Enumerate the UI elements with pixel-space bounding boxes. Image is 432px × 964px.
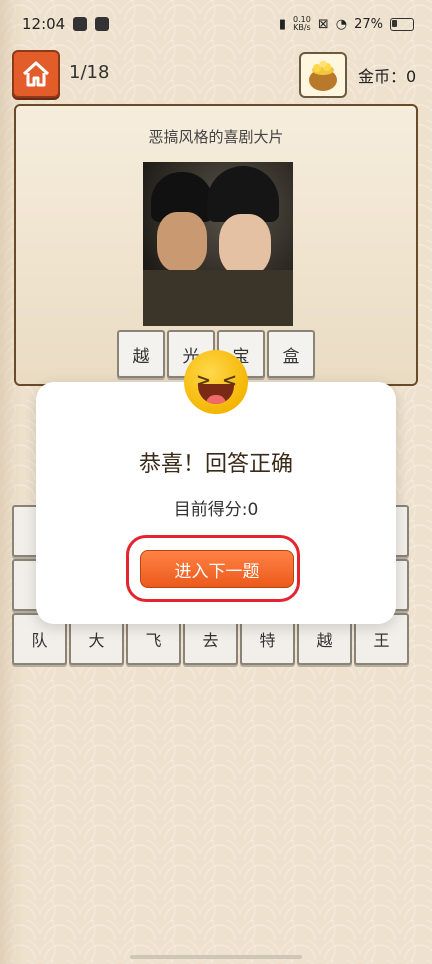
answer-slot-4[interactable]: 盒 — [267, 330, 315, 378]
battery-icon — [390, 17, 414, 31]
highlight-annotation — [126, 535, 300, 602]
home-icon — [22, 61, 50, 87]
coin-shop-button[interactable] — [299, 52, 347, 98]
no-sim-icon: ⊠ — [317, 16, 329, 32]
vibrate-icon: ▮ — [278, 16, 287, 32]
level-progress: 1/18 — [69, 62, 110, 83]
movie-poster-image — [143, 162, 293, 326]
laughing-emoji-icon: > < — [184, 350, 248, 414]
message-notification-icon — [95, 17, 110, 31]
battery-percent: 27% — [354, 16, 383, 32]
emoji-mouth — [198, 384, 234, 404]
status-left: 12:04 — [22, 15, 110, 33]
current-score: 目前得分:0 — [173, 500, 259, 520]
poster-figure-2-face — [219, 214, 271, 276]
net-speed: 0.10 KB/s — [293, 15, 311, 32]
question-hint: 恶搞风格的喜剧大片 — [148, 128, 284, 146]
home-button[interactable] — [12, 50, 60, 98]
app-notification-icon — [73, 17, 88, 31]
status-time: 12:04 — [22, 15, 66, 33]
wifi-icon: ◔ — [335, 16, 348, 32]
question-card: 恶搞风格的喜剧大片 越 光 宝 盒 — [14, 104, 418, 386]
status-right: ▮ 0.10 KB/s ⊠ ◔ 27% — [279, 16, 414, 32]
status-bar: 12:04 ▮ 0.10 KB/s ⊠ ◔ 27% — [0, 0, 432, 48]
poster-robes — [143, 270, 293, 326]
success-title: 恭喜！回答正确 — [138, 452, 293, 477]
coin-count: 金币：0 — [358, 67, 417, 86]
answer-slot-1[interactable]: 越 — [117, 330, 165, 378]
home-indicator[interactable] — [130, 955, 302, 959]
coin-bag-icon — [309, 60, 337, 91]
poster-figure-1-face — [157, 212, 207, 272]
